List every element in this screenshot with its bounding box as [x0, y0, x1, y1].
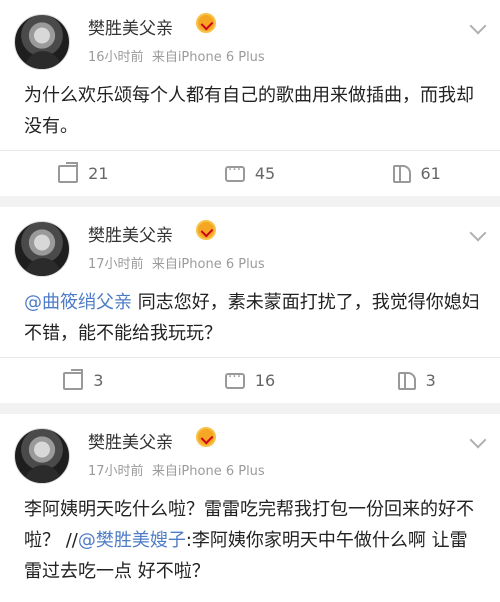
repost-button[interactable]: 21 [0, 151, 167, 196]
mention-link[interactable]: @曲筱绡父亲 [24, 292, 132, 313]
chevron-down-icon[interactable] [469, 224, 487, 242]
post-time: 17小时前 [88, 257, 144, 272]
avatar[interactable] [14, 14, 70, 70]
post-source: 来自iPhone 6 Plus [151, 464, 265, 479]
like-count: 3 [425, 371, 436, 390]
action-bar: 3 16 3 [0, 357, 500, 403]
comment-button[interactable]: 45 [167, 151, 334, 196]
comment-button[interactable]: 16 [167, 358, 334, 403]
thumbs-up-icon [397, 371, 416, 390]
post-text: 李阿姨明天吃什么啦？雷雷吃完帮我打包一份回来的好不啦？ //@樊胜美嫂子:李阿姨… [24, 494, 484, 587]
chevron-down-icon[interactable] [469, 17, 487, 35]
repost-count: 21 [88, 164, 109, 183]
post-time: 16小时前 [88, 50, 144, 65]
post-text: @曲筱绡父亲 同志您好，素未蒙面打扰了，我觉得你媳妇不错，能不能给我玩玩？ [24, 287, 484, 349]
chevron-down-icon[interactable] [469, 431, 487, 449]
post-time: 17小时前 [88, 464, 144, 479]
author-name[interactable]: 樊胜美父亲 [88, 14, 173, 39]
comment-count: 45 [254, 164, 276, 183]
repost-button[interactable]: 3 [0, 358, 167, 403]
post-meta: 17小时前 来自iPhone 6 Plus [88, 460, 265, 479]
vip-badge-icon [196, 220, 216, 240]
author-name[interactable]: 樊胜美父亲 [88, 221, 173, 246]
comment-count: 16 [254, 371, 276, 390]
like-count: 61 [420, 164, 441, 183]
weibo-feed: 樊胜美父亲 16小时前 来自iPhone 6 Plus 为什么欢乐颂每个人都有自… [0, 0, 500, 602]
avatar[interactable] [14, 221, 70, 277]
action-bar: 21 45 61 [0, 150, 500, 196]
vip-badge-icon [196, 13, 216, 33]
post-card: 樊胜美父亲 17小时前 来自iPhone 6 Plus 李阿姨明天吃什么啦？雷雷… [0, 414, 500, 602]
share-icon [63, 368, 84, 390]
repost-count: 3 [93, 371, 104, 390]
post-card: 樊胜美父亲 17小时前 来自iPhone 6 Plus @曲筱绡父亲 同志您好，… [0, 207, 500, 403]
comment-icon [224, 369, 245, 389]
post-text-part: 为什么欢乐颂每个人都有自己的歌曲用来做插曲，而我却没有。 [24, 85, 474, 137]
share-icon [58, 161, 79, 183]
comment-icon [224, 162, 245, 182]
post-meta: 17小时前 来自iPhone 6 Plus [88, 253, 265, 272]
avatar[interactable] [14, 428, 70, 484]
post-card: 樊胜美父亲 16小时前 来自iPhone 6 Plus 为什么欢乐颂每个人都有自… [0, 0, 500, 196]
post-source: 来自iPhone 6 Plus [151, 50, 265, 65]
author-name[interactable]: 樊胜美父亲 [88, 428, 173, 453]
like-button[interactable]: 61 [333, 151, 500, 196]
vip-badge-icon [196, 427, 216, 447]
mention-link[interactable]: @樊胜美嫂子 [78, 530, 186, 551]
like-button[interactable]: 3 [333, 358, 500, 403]
post-text: 为什么欢乐颂每个人都有自己的歌曲用来做插曲，而我却没有。 [24, 80, 484, 142]
post-meta: 16小时前 来自iPhone 6 Plus [88, 46, 265, 65]
thumbs-up-icon [392, 164, 411, 183]
post-source: 来自iPhone 6 Plus [151, 257, 265, 272]
